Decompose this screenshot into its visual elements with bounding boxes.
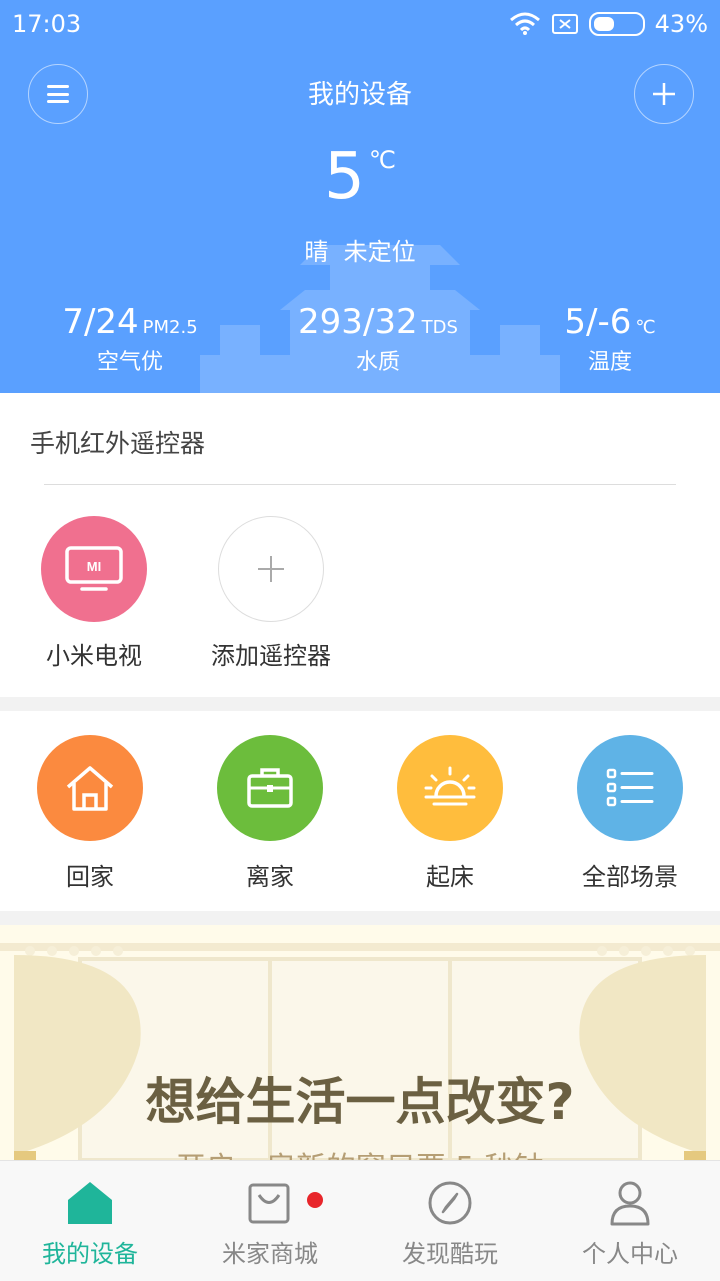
tv-icon: MI [65,546,123,591]
stat-temperature[interactable]: 5/-6 ℃ 温度 [510,302,710,376]
stat-air-quality[interactable]: 7/24 PM2.5 空气优 [30,302,230,376]
wifi-icon [509,12,540,35]
scene-label: 离家 [246,863,294,891]
nav-label: 发现酷玩 [402,1240,498,1268]
page-title: 我的设备 [307,80,412,110]
scene-leave-home[interactable]: 离家 [180,735,360,892]
device-label: 小米电视 [46,642,142,670]
location-label[interactable]: 未定位 [344,238,416,266]
stat-value: 7/24 [62,302,139,342]
battery-percent: 43% [654,10,708,38]
temperature-unit: ℃ [368,146,396,174]
person-icon [610,1181,650,1226]
nav-label: 米家商城 [222,1240,318,1268]
scene-all-scenes[interactable]: 全部场景 [540,735,720,892]
device-mi-tv[interactable]: MI 小米电视 [30,516,158,671]
weather-summary: 晴 未定位 [0,232,720,267]
home-icon [37,735,143,841]
home-filled-icon [68,1182,112,1224]
add-circle [218,516,324,622]
scene-label: 全部场景 [582,863,678,891]
notification-badge [307,1192,323,1208]
add-device-button[interactable] [634,64,694,124]
divider [44,484,676,485]
stat-unit: PM2.5 [142,317,198,338]
no-sim-icon [551,14,578,34]
nav-discover[interactable]: 发现酷玩 [360,1180,540,1269]
nav-label: 个人中心 [582,1240,678,1268]
battery-icon [588,12,645,36]
nav-label: 我的设备 [42,1240,138,1268]
current-temperature: 5 ℃ [0,140,720,214]
shopping-bag-icon [248,1183,290,1224]
stat-value: 5/-6 [564,302,632,342]
list-icon [577,735,683,841]
svg-text:MI: MI [87,559,101,574]
banner-headline: 想给生活一点改变? [145,1073,575,1131]
stat-water-quality[interactable]: 293/32 TDS 水质 [268,302,488,376]
device-label: 添加遥控器 [211,642,331,670]
stat-label: 空气优 [96,350,163,375]
plus-icon [653,83,675,105]
status-right-group: 43% [509,10,708,38]
plus-icon [258,556,284,582]
nav-profile[interactable]: 个人中心 [540,1180,720,1269]
scene-wake-up[interactable]: 起床 [360,735,540,892]
add-remote-button[interactable]: 添加遥控器 [196,516,346,671]
compass-icon [428,1181,472,1225]
stat-value: 293/32 [298,302,418,342]
briefcase-icon [217,735,323,841]
weather-condition: 晴 [304,238,329,266]
nav-my-devices[interactable]: 我的设备 [0,1180,180,1269]
status-time: 17:03 [12,10,82,38]
header: 17:03 43% 我的设备 5 ℃ 晴 未定位 7/24 PM2.5 空气优 … [0,0,720,393]
scene-label: 回家 [66,863,114,891]
ir-remote-title: 手机红外遥控器 [30,429,206,458]
sunrise-icon [397,735,503,841]
stat-unit: ℃ [635,317,656,338]
nav-mijia-store[interactable]: 米家商城 [180,1180,360,1269]
scene-label: 起床 [426,863,474,891]
stat-label: 水质 [355,350,400,375]
stat-label: 温度 [587,350,632,375]
status-bar: 17:03 43% [0,0,720,50]
tv-icon-circle: MI [41,516,147,622]
scene-go-home[interactable]: 回家 [0,735,180,892]
temperature-value: 5 [324,140,365,214]
stat-unit: TDS [421,317,458,338]
